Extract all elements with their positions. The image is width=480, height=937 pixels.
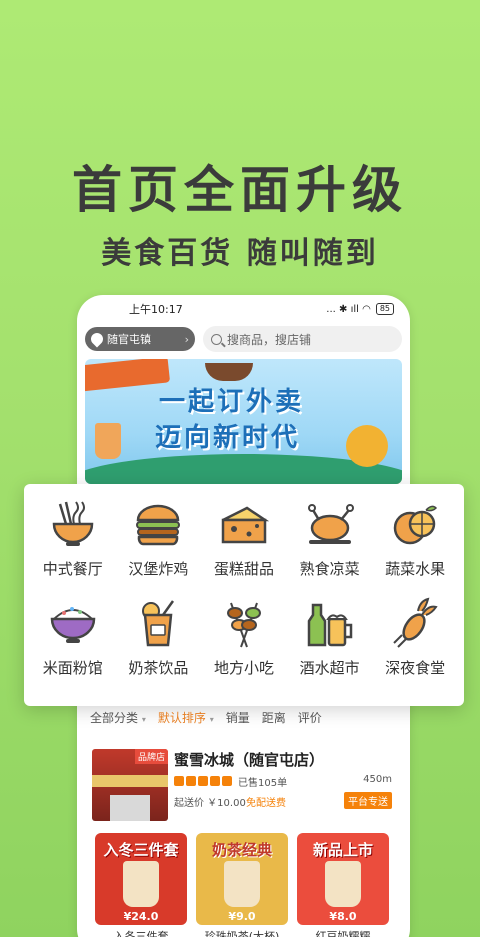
search-row: 随官屯镇 › 搜商品，搜店铺 xyxy=(77,323,410,355)
sort-bar: 全部分类 ▾ 默认排序 ▾ 销量 距离 评价 xyxy=(90,709,322,726)
shop-free-delivery: 免配送费 xyxy=(246,798,286,809)
product-price: ¥9.0 xyxy=(228,910,256,923)
location-selector[interactable]: 随官屯镇 › xyxy=(85,327,195,351)
chevron-down-icon: ▾ xyxy=(141,715,146,724)
category-item[interactable]: 熟食凉菜 xyxy=(287,498,373,597)
location-label: 随官屯镇 xyxy=(107,333,151,346)
category-label: 熟食凉菜 xyxy=(299,560,360,578)
roast-chicken-icon xyxy=(307,504,354,544)
status-bar: 上午10:17 ... ✱ ıll ◠ 85 xyxy=(77,295,410,323)
lobster-icon xyxy=(393,597,438,648)
product-names: 入冬三件套 珍珠奶茶(大杯) 红豆奶糯糯 xyxy=(95,928,389,937)
orange-icon xyxy=(393,505,438,545)
category-item[interactable]: 深夜食堂 xyxy=(372,597,458,696)
storefront-door xyxy=(110,795,150,821)
promo-subline: 美食百货 随叫随到 xyxy=(101,236,379,271)
chevron-down-icon: ▾ xyxy=(209,715,214,724)
category-item[interactable]: 酒水超市 xyxy=(287,597,373,696)
category-label: 奶茶饮品 xyxy=(128,659,189,677)
star-icon xyxy=(222,776,232,786)
cake-icon xyxy=(221,506,270,544)
beer-icon xyxy=(307,603,352,647)
search-input[interactable]: 搜商品，搜店铺 xyxy=(203,326,402,352)
product-title: 新品上市 xyxy=(312,841,373,859)
rice-bowl-icon xyxy=(50,607,96,643)
product-image xyxy=(123,861,159,907)
product-name: 珍珠奶茶(大杯) xyxy=(204,930,280,937)
drink-cup-image xyxy=(95,423,121,459)
signal-icon: ... ✱ ıll ◠ xyxy=(326,303,371,315)
star-icon xyxy=(210,776,220,786)
shop-card[interactable]: 品牌店 蜜雪冰城（随官屯店） 已售105单 450m 起送价 ￥10.00 免配… xyxy=(90,747,400,825)
status-icons: ... ✱ ıll ◠ 85 xyxy=(326,303,394,315)
shop-distance: 450m xyxy=(363,774,392,785)
product-card[interactable]: 入冬三件套 ¥24.0 xyxy=(95,833,187,925)
banner-title-line1: 一起订外卖 xyxy=(159,387,305,417)
category-item[interactable]: 蔬菜水果 xyxy=(372,498,458,597)
burger-icon xyxy=(136,504,181,546)
noodle-bowl-icon xyxy=(52,501,94,546)
bowl-image xyxy=(205,363,253,381)
category-label: 中式餐厅 xyxy=(42,560,103,578)
category-item[interactable]: 奶茶饮品 xyxy=(116,597,202,696)
shop-name: 蜜雪冰城（随官屯店） xyxy=(174,751,325,769)
filter-all-categories[interactable]: 全部分类 ▾ xyxy=(90,709,146,726)
search-placeholder: 搜商品，搜店铺 xyxy=(227,332,312,347)
search-icon xyxy=(211,333,222,345)
category-label: 蔬菜水果 xyxy=(385,560,446,578)
sort-rating[interactable]: 评价 xyxy=(298,709,322,726)
promo-headline: 首页全面升级 xyxy=(72,161,408,219)
category-item[interactable]: 蛋糕甜品 xyxy=(201,498,287,597)
sort-default[interactable]: 默认排序 ▾ xyxy=(158,709,214,726)
food-plate-image xyxy=(85,359,171,392)
category-item[interactable]: 地方小吃 xyxy=(201,597,287,696)
product-list: 入冬三件套 ¥24.0 奶茶经典 ¥9.0 新品上市 ¥8.0 xyxy=(95,833,389,925)
category-item[interactable]: 汉堡炸鸡 xyxy=(116,498,202,597)
sort-distance[interactable]: 距离 xyxy=(262,709,286,726)
category-label: 米面粉馆 xyxy=(42,659,103,677)
sort-sales[interactable]: 销量 xyxy=(226,709,250,726)
category-label: 地方小吃 xyxy=(213,659,274,677)
skewer-icon xyxy=(226,602,261,648)
category-item[interactable]: 米面粉馆 xyxy=(30,597,116,696)
promo-banner[interactable]: 一起订外卖 迈向新时代 xyxy=(85,359,402,484)
shop-sold-count: 已售105单 xyxy=(238,778,288,789)
product-card[interactable]: 新品上市 ¥8.0 xyxy=(297,833,389,925)
category-label: 蛋糕甜品 xyxy=(213,560,274,578)
product-price: ¥8.0 xyxy=(329,910,357,923)
product-name: 入冬三件套 xyxy=(113,930,169,937)
battery-icon: 85 xyxy=(375,303,394,315)
brand-badge: 品牌店 xyxy=(134,749,168,764)
product-name: 红豆奶糯糯 xyxy=(315,930,371,937)
star-icon xyxy=(198,776,208,786)
product-price: ¥24.0 xyxy=(123,910,159,923)
banner-title-line2: 迈向新时代 xyxy=(155,423,301,453)
platform-delivery-badge: 平台专送 xyxy=(344,792,392,809)
product-image xyxy=(224,861,260,907)
category-label: 深夜食堂 xyxy=(385,659,446,677)
product-image xyxy=(325,861,361,907)
shop-thumbnail: 品牌店 xyxy=(92,749,168,821)
star-icon xyxy=(186,776,196,786)
category-item[interactable]: 中式餐厅 xyxy=(30,498,116,597)
category-grid: 中式餐厅 汉堡炸鸡 蛋糕甜品 熟食凉菜 蔬菜水果 米面粉馆 奶茶饮品 地方小吃 … xyxy=(24,484,464,706)
chevron-right-icon: › xyxy=(184,332,189,346)
location-pin-icon xyxy=(88,330,106,348)
shop-min-price: 起送价 ￥10.00 xyxy=(174,798,246,809)
drink-icon xyxy=(142,600,175,647)
star-icon xyxy=(174,776,184,786)
product-card[interactable]: 奶茶经典 ¥9.0 xyxy=(196,833,288,925)
product-title: 入冬三件套 xyxy=(103,841,179,859)
status-time: 上午10:17 xyxy=(129,303,183,316)
rating-stars xyxy=(174,776,232,786)
storefront-sign xyxy=(92,775,168,787)
category-label: 汉堡炸鸡 xyxy=(128,560,189,578)
product-title: 奶茶经典 xyxy=(211,841,272,859)
delivery-rider-image xyxy=(346,425,388,467)
category-label: 酒水超市 xyxy=(299,659,360,677)
